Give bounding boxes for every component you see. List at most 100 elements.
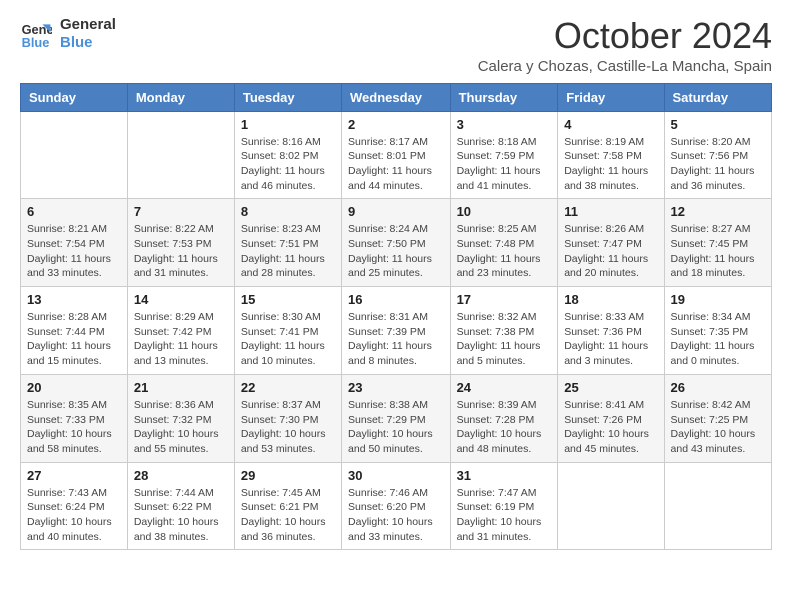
calendar-week-row: 6 Sunrise: 8:21 AMSunset: 7:54 PMDaylight… <box>21 199 772 287</box>
day-number: 11 <box>564 204 657 219</box>
calendar-cell: 24Sunrise: 8:39 AMSunset: 7:28 PMDayligh… <box>450 374 558 462</box>
day-number: 13 <box>27 292 121 307</box>
day-info: Sunrise: 8:23 AMSunset: 7:51 PMDaylight:… <box>241 222 335 281</box>
day-info: Sunrise: 8:29 AMSunset: 7:42 PMDaylight:… <box>134 310 228 369</box>
day-info: Sunrise: 8:20 AMSunset: 7:56 PMDaylight:… <box>671 135 765 194</box>
day-number: 27 <box>27 468 121 483</box>
calendar-cell: 14 Sunrise: 8:29 AMSunset: 7:42 PMDayligh… <box>127 287 234 375</box>
day-info: Sunrise: 8:42 AMSunset: 7:25 PMDaylight:… <box>671 398 765 457</box>
calendar-cell: 29 Sunrise: 7:45 AMSunset: 6:21 PMDayligh… <box>234 462 341 550</box>
weekday-header-cell: Sunday <box>21 83 128 111</box>
day-info: Sunrise: 7:46 AMSunset: 6:20 PMDaylight:… <box>348 486 444 545</box>
day-number: 7 <box>134 204 228 219</box>
day-number: 31 <box>457 468 552 483</box>
day-number: 16 <box>348 292 444 307</box>
weekday-header-row: SundayMondayTuesdayWednesdayThursdayFrid… <box>21 83 772 111</box>
day-number: 10 <box>457 204 552 219</box>
day-info: Sunrise: 8:22 AMSunset: 7:53 PMDaylight:… <box>134 222 228 281</box>
day-info: Sunrise: 8:26 AMSunset: 7:47 PMDaylight:… <box>564 222 657 281</box>
calendar-cell: 27 Sunrise: 7:43 AMSunset: 6:24 PMDayligh… <box>21 462 128 550</box>
weekday-header-cell: Saturday <box>664 83 771 111</box>
calendar-cell: 4 Sunrise: 8:19 AMSunset: 7:58 PMDaylight… <box>558 111 664 199</box>
calendar-cell: 25 Sunrise: 8:41 AMSunset: 7:26 PMDayligh… <box>558 374 664 462</box>
calendar-cell: 6 Sunrise: 8:21 AMSunset: 7:54 PMDaylight… <box>21 199 128 287</box>
calendar-cell: 18 Sunrise: 8:33 AMSunset: 7:36 PMDayligh… <box>558 287 664 375</box>
day-info: Sunrise: 8:24 AMSunset: 7:50 PMDaylight:… <box>348 222 444 281</box>
day-info: Sunrise: 8:32 AMSunset: 7:38 PMDaylight:… <box>457 310 552 369</box>
day-number: 20 <box>27 380 121 395</box>
month-title: October 2024 <box>478 16 772 56</box>
calendar-cell: 3 Sunrise: 8:18 AMSunset: 7:59 PMDaylight… <box>450 111 558 199</box>
day-info: Sunrise: 8:38 AMSunset: 7:29 PMDaylight:… <box>348 398 444 457</box>
logo-icon: General Blue <box>20 18 52 50</box>
day-info: Sunrise: 8:41 AMSunset: 7:26 PMDaylight:… <box>564 398 657 457</box>
day-number: 6 <box>27 204 121 219</box>
day-info: Sunrise: 8:16 AMSunset: 8:02 PMDaylight:… <box>241 135 335 194</box>
day-number: 23 <box>348 380 444 395</box>
day-number: 25 <box>564 380 657 395</box>
day-number: 5 <box>671 117 765 132</box>
day-info: Sunrise: 8:27 AMSunset: 7:45 PMDaylight:… <box>671 222 765 281</box>
calendar-body: 1 Sunrise: 8:16 AMSunset: 8:02 PMDaylight… <box>21 111 772 550</box>
day-number: 17 <box>457 292 552 307</box>
day-number: 8 <box>241 204 335 219</box>
day-info: Sunrise: 7:45 AMSunset: 6:21 PMDaylight:… <box>241 486 335 545</box>
calendar-cell: 21Sunrise: 8:36 AMSunset: 7:32 PMDayligh… <box>127 374 234 462</box>
calendar-cell: 17 Sunrise: 8:32 AMSunset: 7:38 PMDayligh… <box>450 287 558 375</box>
day-info: Sunrise: 8:34 AMSunset: 7:35 PMDaylight:… <box>671 310 765 369</box>
day-info: Sunrise: 8:17 AMSunset: 8:01 PMDaylight:… <box>348 135 444 194</box>
calendar-cell: 9Sunrise: 8:24 AMSunset: 7:50 PMDaylight… <box>342 199 451 287</box>
calendar-cell <box>21 111 128 199</box>
header: General Blue General Blue October 2024 C… <box>20 16 772 75</box>
calendar-week-row: 20 Sunrise: 8:35 AMSunset: 7:33 PMDayligh… <box>21 374 772 462</box>
day-info: Sunrise: 8:37 AMSunset: 7:30 PMDaylight:… <box>241 398 335 457</box>
calendar-cell <box>127 111 234 199</box>
day-number: 30 <box>348 468 444 483</box>
calendar-cell: 10 Sunrise: 8:25 AMSunset: 7:48 PMDayligh… <box>450 199 558 287</box>
calendar-cell: 31Sunrise: 7:47 AMSunset: 6:19 PMDayligh… <box>450 462 558 550</box>
calendar-cell: 19 Sunrise: 8:34 AMSunset: 7:35 PMDayligh… <box>664 287 771 375</box>
calendar-cell: 30 Sunrise: 7:46 AMSunset: 6:20 PMDayligh… <box>342 462 451 550</box>
day-info: Sunrise: 8:36 AMSunset: 7:32 PMDaylight:… <box>134 398 228 457</box>
day-info: Sunrise: 7:44 AMSunset: 6:22 PMDaylight:… <box>134 486 228 545</box>
day-info: Sunrise: 8:28 AMSunset: 7:44 PMDaylight:… <box>27 310 121 369</box>
weekday-header-cell: Tuesday <box>234 83 341 111</box>
calendar-table: SundayMondayTuesdayWednesdayThursdayFrid… <box>20 83 772 551</box>
calendar-cell: 15Sunrise: 8:30 AMSunset: 7:41 PMDayligh… <box>234 287 341 375</box>
day-number: 18 <box>564 292 657 307</box>
day-number: 4 <box>564 117 657 132</box>
weekday-header-cell: Monday <box>127 83 234 111</box>
calendar-cell: 16Sunrise: 8:31 AMSunset: 7:39 PMDayligh… <box>342 287 451 375</box>
location-subtitle: Calera y Chozas, Castille-La Mancha, Spa… <box>478 58 772 75</box>
logo-blue: Blue <box>60 34 116 52</box>
day-info: Sunrise: 8:35 AMSunset: 7:33 PMDaylight:… <box>27 398 121 457</box>
day-number: 14 <box>134 292 228 307</box>
calendar-week-row: 13 Sunrise: 8:28 AMSunset: 7:44 PMDayligh… <box>21 287 772 375</box>
calendar-cell: 28Sunrise: 7:44 AMSunset: 6:22 PMDayligh… <box>127 462 234 550</box>
day-info: Sunrise: 8:19 AMSunset: 7:58 PMDaylight:… <box>564 135 657 194</box>
calendar-cell: 22 Sunrise: 8:37 AMSunset: 7:30 PMDayligh… <box>234 374 341 462</box>
day-number: 15 <box>241 292 335 307</box>
day-number: 22 <box>241 380 335 395</box>
calendar-cell: 8 Sunrise: 8:23 AMSunset: 7:51 PMDaylight… <box>234 199 341 287</box>
day-info: Sunrise: 7:43 AMSunset: 6:24 PMDaylight:… <box>27 486 121 545</box>
day-info: Sunrise: 8:33 AMSunset: 7:36 PMDaylight:… <box>564 310 657 369</box>
weekday-header-cell: Thursday <box>450 83 558 111</box>
day-info: Sunrise: 8:25 AMSunset: 7:48 PMDaylight:… <box>457 222 552 281</box>
day-number: 19 <box>671 292 765 307</box>
day-info: Sunrise: 8:18 AMSunset: 7:59 PMDaylight:… <box>457 135 552 194</box>
day-number: 3 <box>457 117 552 132</box>
day-number: 12 <box>671 204 765 219</box>
calendar-cell: 12 Sunrise: 8:27 AMSunset: 7:45 PMDayligh… <box>664 199 771 287</box>
calendar-cell: 26Sunrise: 8:42 AMSunset: 7:25 PMDayligh… <box>664 374 771 462</box>
day-number: 29 <box>241 468 335 483</box>
day-info: Sunrise: 8:21 AMSunset: 7:54 PMDaylight:… <box>27 222 121 281</box>
calendar-week-row: 27 Sunrise: 7:43 AMSunset: 6:24 PMDayligh… <box>21 462 772 550</box>
day-number: 1 <box>241 117 335 132</box>
day-number: 2 <box>348 117 444 132</box>
calendar-cell: 1 Sunrise: 8:16 AMSunset: 8:02 PMDaylight… <box>234 111 341 199</box>
day-number: 24 <box>457 380 552 395</box>
calendar-cell: 2 Sunrise: 8:17 AMSunset: 8:01 PMDaylight… <box>342 111 451 199</box>
calendar-cell <box>558 462 664 550</box>
logo-general: General <box>60 16 116 34</box>
